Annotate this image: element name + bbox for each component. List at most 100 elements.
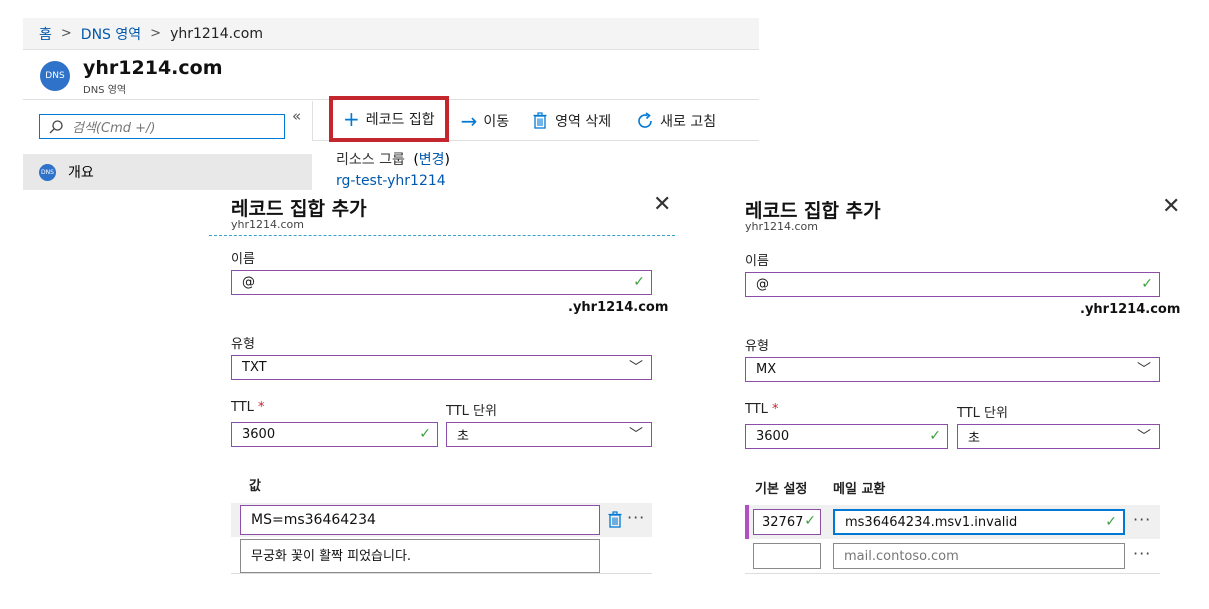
move-button[interactable]: → 이동	[453, 101, 518, 141]
column-exchange: 메일 교환	[833, 482, 886, 497]
delete-zone-button[interactable]: 영역 삭제	[525, 101, 619, 141]
panel-subtitle: yhr1214.com	[745, 220, 818, 233]
check-icon: ✓	[1141, 276, 1153, 292]
add-recordset-button[interactable]: + 레코드 집합	[329, 95, 449, 142]
ttl-value: 3600	[756, 429, 790, 444]
azure-portal: 홈 > DNS 영역 > yhr1214.com DNS yhr1214.com…	[0, 0, 1209, 609]
refresh-button[interactable]: 새로 고침	[627, 101, 724, 141]
ttl-unit-value: 초	[457, 429, 469, 444]
move-label: 이동	[483, 113, 510, 130]
value-input-2[interactable]: 무궁화 꽃이 활짝 피었습니다.	[240, 539, 600, 573]
collapse-menu-icon[interactable]: «	[292, 107, 301, 125]
page-subtitle: DNS 영역	[83, 85, 127, 96]
type-select[interactable]: TXT ﹀	[231, 355, 652, 380]
plus-icon: +	[343, 106, 360, 131]
type-value: MX	[756, 362, 777, 377]
ttl-input[interactable]: 3600 ✓	[231, 422, 438, 447]
type-label: 유형	[231, 337, 255, 352]
search-icon	[49, 119, 63, 133]
more-options-icon[interactable]: ···	[1133, 544, 1151, 563]
exchange-2-placeholder: mail.contoso.com	[844, 548, 959, 564]
exchange-input-2[interactable]: mail.contoso.com	[833, 543, 1125, 569]
chevron-down-icon: ﹀	[1137, 429, 1151, 445]
name-label: 이름	[745, 254, 769, 269]
ttl-unit-label: TTL 단위	[446, 404, 497, 419]
breadcrumb-home[interactable]: 홈	[39, 24, 52, 44]
more-options-icon[interactable]: ···	[627, 508, 645, 527]
dns-zone-icon: DNS	[39, 163, 56, 181]
ttl-unit-value: 초	[968, 431, 980, 446]
value-input-1[interactable]: MS=ms36464234	[240, 505, 600, 535]
panel-divider	[209, 235, 675, 236]
check-icon: ✓	[1105, 514, 1117, 530]
row-selected-indicator	[745, 505, 749, 539]
exchange-1: ms36464234.msv1.invalid	[845, 514, 1018, 530]
breadcrumb-current: yhr1214.com	[170, 25, 263, 42]
exchange-input-1[interactable]: ms36464234.msv1.invalid ✓	[833, 509, 1125, 535]
resource-group-link[interactable]: rg-test-yhr1214	[336, 173, 446, 189]
search-placeholder: 검색(Cmd +/)	[72, 121, 156, 136]
refresh-icon	[638, 111, 652, 128]
preference-input-1[interactable]: 32767 ✓	[753, 509, 821, 535]
value-1: MS=ms36464234	[251, 512, 376, 528]
add-recordset-panel-txt: 레코드 집합 추가 yhr1214.com ✕ 이름 @ ✓ .yhr1214.…	[209, 190, 675, 609]
value-2: 무궁화 꽃이 활짝 피었습니다.	[251, 549, 412, 564]
zone-suffix: .yhr1214.com	[568, 300, 669, 315]
ttl-label: TTL *	[231, 400, 265, 415]
check-icon: ✓	[419, 426, 431, 442]
ttl-input[interactable]: 3600 ✓	[745, 424, 948, 449]
panel-title: 레코드 집합 추가	[231, 198, 367, 220]
arrow-right-icon: →	[460, 108, 478, 133]
more-options-icon[interactable]: ···	[1133, 510, 1151, 529]
breadcrumb-dns-zones[interactable]: DNS 영역	[81, 24, 141, 44]
type-select[interactable]: MX ﹀	[745, 357, 1160, 382]
close-icon[interactable]: ✕	[653, 194, 671, 216]
refresh-label: 새로 고침	[660, 113, 717, 130]
paren-close: )	[444, 152, 451, 168]
check-icon: ✓	[633, 274, 645, 290]
resource-menu: 검색(Cmd +/) « DNS 개요	[23, 101, 312, 190]
ttl-unit-label: TTL 단위	[957, 406, 1008, 421]
change-resource-group-link[interactable]: 변경	[419, 152, 445, 168]
type-label: 유형	[745, 339, 769, 354]
panel-subtitle: yhr1214.com	[231, 218, 304, 231]
trash-icon	[533, 112, 547, 129]
preference-1: 32767	[762, 514, 804, 530]
ttl-value: 3600	[242, 427, 276, 442]
resource-group-label: 리소스 그룹	[336, 152, 405, 168]
add-recordset-label: 레코드 집합	[365, 111, 435, 128]
column-preference: 기본 설정	[755, 482, 808, 497]
chevron-down-icon: ﹀	[629, 427, 643, 443]
name-value: @	[242, 275, 255, 290]
resource-header: DNS yhr1214.com DNS 영역	[23, 50, 759, 100]
value-label: 값	[249, 479, 261, 494]
row-divider	[745, 573, 1160, 574]
check-icon: ✓	[929, 428, 941, 444]
type-value: TXT	[242, 360, 267, 375]
trash-icon[interactable]	[608, 511, 622, 528]
chevron-right-icon: >	[150, 26, 162, 41]
menu-item-label: 개요	[68, 165, 94, 181]
chevron-down-icon: ﹀	[629, 360, 643, 376]
chevron-down-icon: ﹀	[1137, 362, 1151, 378]
ttl-unit-select[interactable]: 초 ﹀	[446, 422, 652, 447]
close-icon[interactable]: ✕	[1162, 196, 1180, 218]
chevron-right-icon: >	[60, 26, 72, 41]
delete-zone-label: 영역 삭제	[555, 113, 612, 130]
add-recordset-panel-mx: 레코드 집합 추가 yhr1214.com ✕ 이름 @ ✓ .yhr1214.…	[729, 190, 1183, 609]
menu-search-input[interactable]: 검색(Cmd +/)	[39, 114, 285, 139]
menu-item-overview[interactable]: DNS 개요	[23, 154, 312, 190]
name-value: @	[756, 277, 769, 292]
name-input[interactable]: @ ✓	[231, 270, 652, 295]
essentials-panel: 리소스 그룹 (변경) rg-test-yhr1214	[336, 150, 450, 192]
dns-zone-icon: DNS	[40, 61, 70, 91]
panel-title: 레코드 집합 추가	[745, 200, 881, 222]
zone-suffix: .yhr1214.com	[1080, 302, 1181, 317]
page-title: yhr1214.com	[83, 57, 223, 79]
name-label: 이름	[231, 252, 255, 267]
name-input[interactable]: @ ✓	[745, 272, 1160, 297]
preference-input-2[interactable]	[753, 543, 821, 569]
ttl-label: TTL *	[745, 402, 779, 417]
ttl-unit-select[interactable]: 초 ﹀	[957, 424, 1160, 449]
check-icon: ✓	[804, 513, 816, 529]
